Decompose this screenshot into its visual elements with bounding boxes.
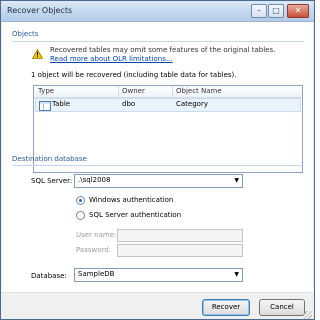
resize-grip[interactable]: [304, 311, 312, 319]
recovery-summary-text: 1 object will be recovered (including ta…: [31, 71, 237, 79]
cancel-button[interactable]: Cancel: [259, 299, 305, 316]
sql-auth-radio[interactable]: [76, 211, 85, 220]
column-separator[interactable]: [172, 86, 173, 97]
column-header-owner[interactable]: Owner: [122, 87, 145, 95]
recover-objects-dialog: Recover Objects – □ ✕ Objects Recovered …: [0, 0, 315, 320]
olr-limitations-link[interactable]: Read more about OLR limitations...: [50, 55, 173, 63]
password-label: Password:: [76, 246, 112, 254]
database-value: SampleDB: [78, 270, 115, 278]
windows-auth-radio[interactable]: [76, 196, 85, 205]
database-label: Database:: [31, 272, 67, 280]
column-header-object-name[interactable]: Object Name: [176, 87, 222, 95]
objects-divider: [12, 41, 304, 42]
user-name-label: User name:: [76, 231, 117, 239]
grid-header: Type Owner Object Name: [34, 86, 302, 98]
warning-triangle-icon: [32, 49, 43, 59]
destination-section-title: Destination database: [12, 155, 87, 163]
title-bar[interactable]: Recover Objects – □ ✕: [1, 1, 314, 22]
sql-server-label: SQL Server:: [31, 177, 73, 185]
chevron-down-icon[interactable]: ▼: [234, 271, 239, 278]
table-row[interactable]: Table dbo Category: [35, 98, 301, 112]
database-combo[interactable]: SampleDB ▼: [74, 268, 243, 282]
cell-owner: dbo: [122, 100, 136, 108]
chevron-down-icon[interactable]: ▼: [234, 177, 239, 184]
column-header-type[interactable]: Type: [38, 87, 54, 95]
maximize-button[interactable]: □: [268, 4, 284, 18]
minimize-button[interactable]: –: [251, 4, 267, 18]
destination-divider: [12, 165, 304, 166]
dialog-footer: Recover Cancel: [2, 292, 313, 319]
objects-section-title: Objects: [12, 30, 39, 38]
close-button[interactable]: ✕: [287, 4, 309, 18]
sql-server-value: .\sql2008: [78, 176, 111, 184]
table-icon: [39, 101, 51, 111]
user-name-input[interactable]: [117, 229, 243, 242]
sql-server-combo[interactable]: .\sql2008 ▼: [74, 174, 243, 188]
windows-auth-label[interactable]: Windows authentication: [89, 196, 173, 204]
warning-text: Recovered tables may omit some features …: [50, 46, 276, 54]
cell-type: Table: [52, 100, 71, 108]
sql-auth-label[interactable]: SQL Server authentication: [89, 211, 181, 219]
column-separator[interactable]: [118, 86, 119, 97]
dialog-body: Objects Recovered tables may omit some f…: [2, 22, 313, 292]
password-input[interactable]: [117, 244, 243, 257]
cell-object-name: Category: [176, 100, 208, 108]
recover-button[interactable]: Recover: [202, 299, 250, 316]
window-title: Recover Objects: [7, 6, 73, 15]
